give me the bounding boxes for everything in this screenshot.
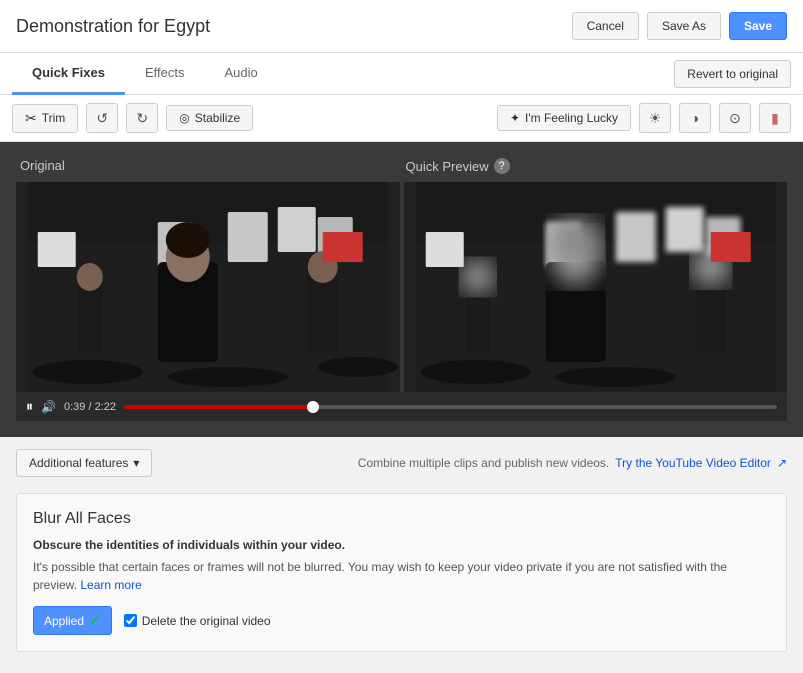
applied-row: Applied ✓ Delete the original video [33,606,770,635]
preview-help-icon[interactable]: ? [494,158,510,174]
delete-original-label[interactable]: Delete the original video [124,614,271,628]
blur-subtitle: Obscure the identities of individuals wi… [33,538,770,552]
learn-more-link[interactable]: Learn more [80,578,141,592]
applied-button[interactable]: Applied ✓ [33,606,112,635]
lucky-icon [510,111,520,125]
original-video-svg [16,182,400,392]
video-preview-frame [404,182,788,392]
tabs-bar: Quick Fixes Effects Audio Revert to orig… [0,53,803,95]
video-panel-original [16,182,400,392]
trim-button[interactable]: Trim [12,104,78,133]
additional-features-button[interactable]: Additional features ▾ [16,449,152,477]
tab-effects[interactable]: Effects [125,53,205,95]
stabilize-button[interactable]: Stabilize [166,105,253,131]
temperature-icon [771,110,779,127]
saturation-button[interactable] [719,103,751,133]
video-area: Original Quick Preview ? [0,142,803,437]
video-labels: Original Quick Preview ? [16,158,787,174]
blur-title: Blur All Faces [33,510,770,528]
video-panel-preview [404,182,788,392]
undo-button[interactable] [86,103,118,133]
bottom-area: Additional features ▾ Combine multiple c… [0,437,803,664]
blur-section: Blur All Faces Obscure the identities of… [16,493,787,652]
tabs-left: Quick Fixes Effects Audio [12,53,278,94]
redo-icon [136,110,148,127]
tab-audio[interactable]: Audio [205,53,278,95]
brightness-icon [649,110,662,127]
save-button[interactable]: Save [729,12,787,40]
video-panels [16,182,787,392]
youtube-editor-row: Combine multiple clips and publish new v… [358,456,787,470]
video-original-frame [16,182,400,392]
delete-original-checkbox[interactable] [124,614,137,627]
contrast-icon [691,110,699,126]
progress-fill [124,405,313,409]
undo-icon [96,110,108,127]
stabilize-icon [179,111,189,125]
header-buttons: Cancel Save As Save [572,12,787,40]
chevron-down-icon: ▾ [133,456,139,470]
feeling-lucky-button[interactable]: I'm Feeling Lucky [497,105,631,131]
redo-button[interactable] [126,103,158,133]
tab-quick-fixes[interactable]: Quick Fixes [12,53,125,95]
cancel-button[interactable]: Cancel [572,12,639,40]
video-controls: ⏸ 🔊 0:39 / 2:22 [16,392,787,421]
progress-knob[interactable] [307,401,319,413]
header: Demonstration for Egypt Cancel Save As S… [0,0,803,53]
progress-bar[interactable] [124,405,777,409]
external-link-icon: ↗ [777,456,787,470]
page-title: Demonstration for Egypt [16,16,210,37]
brightness-button[interactable] [639,103,671,133]
save-as-button[interactable]: Save As [647,12,721,40]
play-button[interactable]: ⏸ [26,398,33,415]
toolbar: Trim Stabilize I'm Feeling Lucky [0,95,803,142]
saturation-icon [729,110,741,127]
contrast-button[interactable] [679,103,711,133]
original-label: Original [16,158,402,174]
volume-button[interactable]: 🔊 [41,400,56,414]
time-display: 0:39 / 2:22 [64,401,116,413]
additional-features-row: Additional features ▾ Combine multiple c… [16,449,787,477]
preview-video-svg [404,182,788,392]
blur-description: It's possible that certain faces or fram… [33,558,770,594]
temperature-button[interactable] [759,103,791,133]
revert-button[interactable]: Revert to original [674,60,791,88]
scissors-icon [25,110,37,127]
youtube-editor-link[interactable]: Try the YouTube Video Editor [615,456,771,470]
preview-label: Quick Preview ? [402,158,788,174]
applied-check-icon: ✓ [89,612,101,629]
